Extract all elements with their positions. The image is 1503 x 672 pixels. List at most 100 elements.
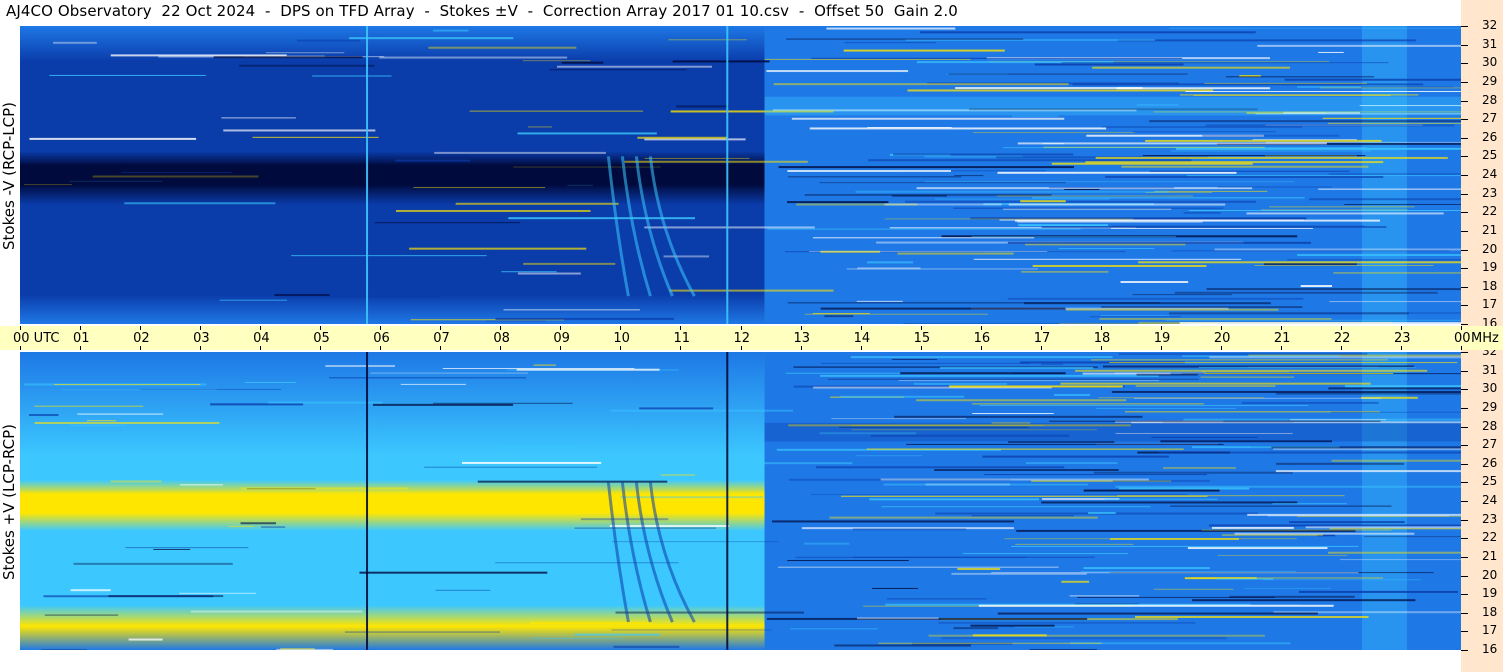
time-tick-label: 06: [373, 331, 390, 346]
rfi-streak: [517, 272, 581, 275]
rfi-streak: [1327, 551, 1461, 554]
rfi-streak: [920, 31, 1256, 34]
frequency-tick: [1461, 407, 1468, 409]
rfi-streak: [124, 202, 276, 205]
time-tick: [860, 326, 862, 330]
rfi-streak: [221, 117, 296, 119]
rfi-streak: [374, 222, 521, 224]
rfi-streak: [970, 624, 1055, 627]
rfi-streak: [953, 207, 1224, 209]
rfi-streak: [791, 117, 1065, 120]
top-frequency-axis: 16 17 18 19 20 21 22 23 24 25 26 27 28 29 30 31 32: [1461, 0, 1503, 330]
rfi-streak: [1318, 188, 1461, 190]
frequency-tick-label: 19: [1482, 260, 1498, 275]
rfi-streak: [1191, 599, 1416, 602]
rfi-streak: [1169, 27, 1461, 29]
spectrogram-bright-column: [1361, 26, 1407, 324]
rfi-streak: [1202, 134, 1340, 137]
rfi-streak: [900, 372, 1066, 375]
rfi-streak: [1257, 44, 1461, 47]
rfi-streak: [856, 455, 923, 457]
time-tick-label: 09: [553, 331, 570, 346]
time-tick: [80, 326, 82, 330]
rfi-streak: [834, 644, 971, 647]
time-tick: [440, 346, 442, 350]
frequency-tick: [1461, 370, 1468, 372]
rfi-streak: [1289, 521, 1405, 524]
frequency-tick: [1461, 519, 1468, 521]
rfi-streak: [435, 589, 491, 591]
rfi-streak: [668, 39, 747, 41]
rfi-streak: [153, 548, 191, 550]
rfi-streak: [1021, 271, 1109, 273]
time-tick: [740, 326, 742, 330]
time-tick: [500, 346, 502, 350]
rfi-streak: [1109, 362, 1458, 364]
frequency-tick-label: 28: [1482, 418, 1498, 433]
rfi-streak: [190, 610, 363, 613]
rfi-streak: [978, 604, 1334, 607]
time-tick: [1220, 326, 1222, 330]
frequency-tick-label: 29: [1482, 399, 1498, 414]
rfi-streak: [1110, 538, 1239, 541]
rfi-streak: [1198, 366, 1416, 368]
time-tick: [1280, 346, 1282, 350]
rfi-streak: [517, 132, 657, 135]
rfi-streak: [808, 250, 1048, 252]
time-tick: [1340, 326, 1342, 330]
rfi-streak: [1330, 411, 1461, 413]
rfi-streak: [866, 261, 914, 264]
rfi-streak: [772, 520, 1014, 523]
rfi-streak: [1254, 265, 1434, 267]
rfi-streak: [278, 295, 440, 298]
rfi-streak: [239, 64, 375, 67]
rfi-streak: [29, 137, 197, 140]
frequency-tick-label: 17: [1482, 623, 1498, 638]
rfi-streak: [1329, 528, 1461, 530]
rfi-streak: [1145, 139, 1382, 142]
frequency-tick: [1461, 501, 1468, 502]
rfi-streak: [49, 74, 206, 76]
rfi-streak: [1007, 241, 1312, 244]
time-tick-label: 00: [1454, 331, 1471, 346]
rfi-streak: [1264, 155, 1357, 157]
rfi-streak: [997, 171, 1237, 174]
rfi-streak: [1344, 385, 1461, 388]
rfi-streak: [764, 58, 971, 60]
rfi-streak: [1290, 419, 1387, 421]
rfi-streak: [1048, 187, 1175, 189]
time-tick: [620, 346, 622, 350]
rfi-streak: [866, 448, 1184, 450]
frequency-tick-label: 31: [1482, 362, 1498, 377]
rfi-streak: [574, 527, 717, 529]
time-tick: [920, 346, 922, 350]
rfi-streak: [469, 110, 644, 112]
rfi-streak: [1170, 150, 1371, 152]
frequency-tick-label: 20: [1482, 241, 1498, 256]
rfi-streak: [856, 617, 939, 620]
rfi-streak: [128, 638, 163, 641]
time-tick-label: 08: [493, 331, 510, 346]
rfi-streak: [787, 559, 909, 561]
rfi-streak: [276, 648, 334, 650]
rfi-streak: [1093, 471, 1293, 474]
rfi-streak: [766, 70, 909, 73]
rfi-streak: [811, 57, 1183, 59]
rfi-streak: [1041, 501, 1298, 504]
frequency-tick-label: 24: [1482, 167, 1498, 181]
rfi-streak: [1179, 94, 1419, 96]
time-tick: [860, 346, 862, 350]
rfi-streak: [804, 313, 988, 315]
time-tick: [260, 346, 262, 350]
frequency-tick-label: 27: [1482, 437, 1498, 452]
time-tick: [980, 346, 982, 350]
rfi-streak: [73, 562, 233, 565]
rfi-streak: [820, 307, 1066, 310]
time-tick: [1400, 326, 1402, 330]
rfi-streak: [949, 385, 1123, 388]
rfi-streak: [222, 150, 246, 153]
rfi-streak: [826, 27, 956, 30]
time-tick: [20, 326, 21, 330]
frequency-tick: [1461, 44, 1468, 46]
time-tick-label: 21: [1273, 331, 1291, 346]
